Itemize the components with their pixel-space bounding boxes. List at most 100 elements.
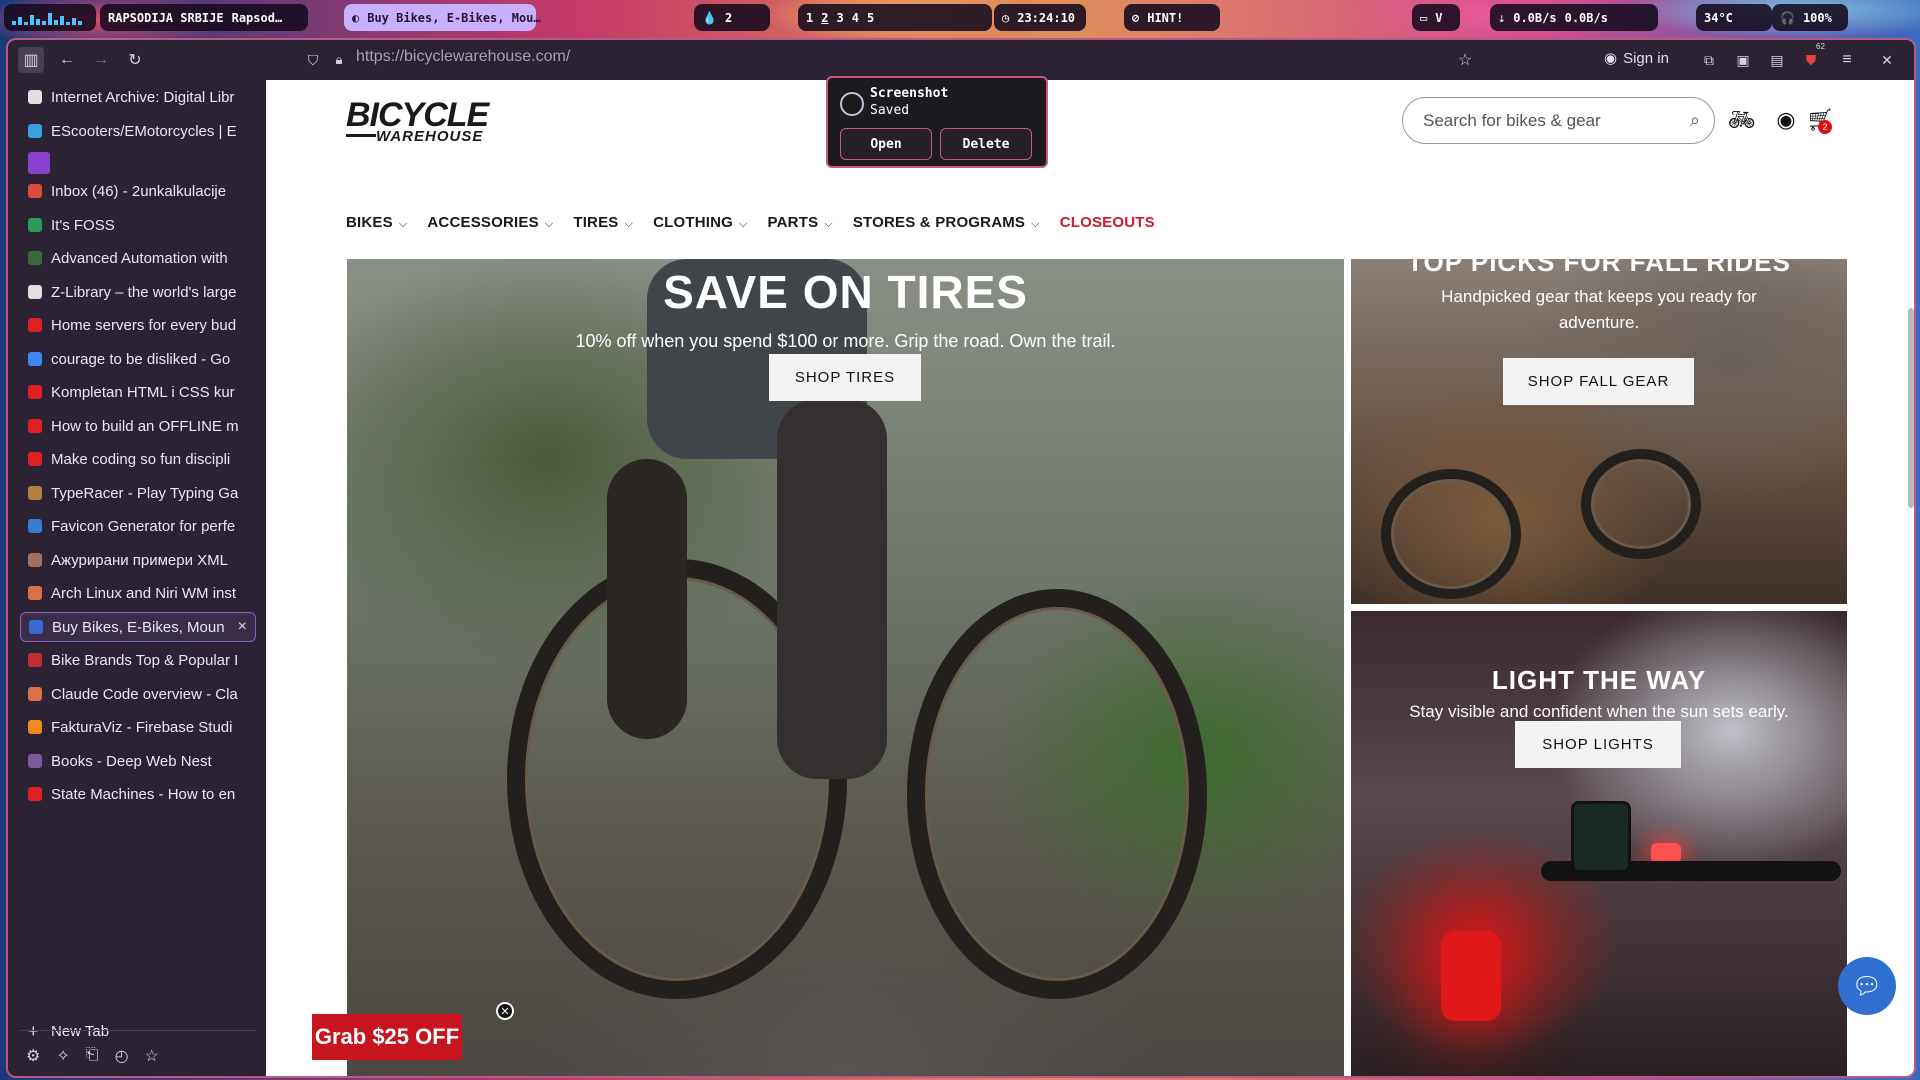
site-search-input[interactable]: Search for bikes & gear ⌕ <box>1402 97 1715 144</box>
sign-in-label: Sign in <box>1623 49 1669 67</box>
sidebar-tab[interactable]: How to build an OFFLINE m <box>20 411 256 441</box>
sidebar-tab[interactable]: Inbox (46) - 2unkalkulacije <box>20 176 256 206</box>
workspace-2[interactable]: 2 <box>821 11 828 25</box>
back-icon[interactable]: ← <box>54 47 80 73</box>
sidebar-tab[interactable]: EScooters/EMotorcycles | E <box>20 116 256 146</box>
clock[interactable]: ◷ 23:24:10 <box>994 4 1086 31</box>
lights-card[interactable]: LIGHT THE WAY Stay visible and confident… <box>1351 611 1847 1076</box>
sidebar-tab[interactable]: Books - Deep Web Nest <box>20 746 256 776</box>
sidebar-tab-label: State Machines - How to en <box>51 785 236 803</box>
search-icon[interactable]: ⌕ <box>1690 110 1700 131</box>
drop-counter[interactable]: 💧 2 <box>694 4 770 31</box>
youtube-icon <box>28 452 42 466</box>
sidebar-tab[interactable]: Advanced Automation with <box>20 243 256 273</box>
shop-lights-button[interactable]: SHOP LIGHTS <box>1515 721 1681 768</box>
sidebar-tab[interactable]: It's FOSS <box>20 210 256 240</box>
close-promo-icon[interactable]: ✕ <box>496 1002 514 1020</box>
sign-in-button[interactable]: ◉ Sign in <box>1604 49 1669 68</box>
shop-fall-gear-button[interactable]: SHOP FALL GEAR <box>1503 358 1694 405</box>
network-speed[interactable]: ⇣ 0.0B/s 0.0B/s <box>1490 4 1658 31</box>
hero-banner[interactable]: SAVE ON TIRES 10% off when you spend $10… <box>347 259 1344 1076</box>
nav-tires[interactable]: TIRES ⌵ <box>573 214 633 231</box>
logo-bottom-text: WAREHOUSE <box>376 128 484 145</box>
reader-view-icon[interactable]: ▤ <box>1764 47 1790 73</box>
tray-icons[interactable]: ▭ V <box>1412 4 1460 31</box>
nav-bikes[interactable]: BIKES ⌵ <box>346 214 407 231</box>
nav-clothing[interactable]: CLOTHING ⌵ <box>653 214 747 231</box>
active-window-title[interactable]: ◐ Buy Bikes, E-Bikes, Mou… <box>344 4 541 31</box>
workspace-3[interactable]: 3 <box>836 11 843 25</box>
sidebar-tab[interactable]: Z-Library – the world's large <box>20 277 256 307</box>
bookmarks-star-icon[interactable]: ☆ <box>145 1046 159 1066</box>
menu-icon[interactable]: ≡ <box>1834 47 1860 73</box>
bookmark-star-icon[interactable]: ☆ <box>1452 47 1478 73</box>
hint-module[interactable]: ⊘ HINT! <box>1124 4 1220 31</box>
youtube-icon <box>28 385 42 399</box>
chevron-down-icon: ⌵ <box>624 218 634 230</box>
media-player[interactable]: RAPSODIJA SRBIJE Rapsod… <box>100 4 308 31</box>
address-bar[interactable]: https://bicyclewarehouse.com/ <box>356 48 570 66</box>
sidebar-tab[interactable]: Home servers for every bud <box>20 310 256 340</box>
main-nav: BIKES ⌵ ACCESSORIES ⌵ TIRES ⌵ CLOTHING ⌵ PAR… <box>346 214 1155 231</box>
chevron-down-icon: ⌵ <box>398 218 408 230</box>
sidebar-toggle-icon[interactable]: ▥ <box>18 47 44 73</box>
close-window-icon[interactable]: ✕ <box>1874 47 1900 73</box>
shop-tires-button[interactable]: SHOP TIRES <box>769 354 921 401</box>
bike-finder-icon[interactable]: 🚲︎ <box>1728 106 1756 134</box>
youtube-icon <box>28 787 42 801</box>
nav-parts[interactable]: PARTS ⌵ <box>768 214 833 231</box>
active-window-label: Buy Bikes, E-Bikes, Mou… <box>367 10 541 25</box>
bicycle-warehouse-logo[interactable]: BICYCLE WAREHOUSE <box>346 98 506 145</box>
sidebar-tab[interactable]: Favicon Generator for perfe <box>20 511 256 541</box>
itsfoss-icon <box>28 218 42 232</box>
sidebar-tab[interactable] <box>20 148 256 178</box>
nav-stores-programs[interactable]: STORES & PROGRAMS ⌵ <box>853 214 1040 231</box>
sidebar-tab[interactable]: Buy Bikes, E-Bikes, Moun × <box>20 612 256 642</box>
sidebar-tab[interactable]: Claude Code overview - Cla <box>20 679 256 709</box>
chevron-down-icon: ⌵ <box>544 218 554 230</box>
history-icon[interactable]: ⎗ <box>86 1046 99 1066</box>
sidebar-tab[interactable]: TypeRacer - Play Typing Ga <box>20 478 256 508</box>
sidebar-tab[interactable]: Bike Brands Top & Popular I <box>20 645 256 675</box>
sidebar-tab[interactable]: Arch Linux and Niri WM inst <box>20 578 256 608</box>
sidebar-tab[interactable]: FakturaViz - Firebase Studi <box>20 712 256 742</box>
account-icon[interactable]: ◉ <box>1772 106 1800 134</box>
sidebar-tab-label: Z-Library – the world's large <box>51 283 237 301</box>
shield-icon[interactable]: ⛉ <box>300 47 326 73</box>
sidebar-tab[interactable]: Kompletan HTML i CSS kur <box>20 377 256 407</box>
ai-sparkle-icon[interactable]: ✧ <box>56 1046 69 1066</box>
temperature[interactable]: 34°C <box>1696 4 1772 31</box>
sidebar-tab[interactable]: State Machines - How to en <box>20 779 256 809</box>
hint-label: HINT! <box>1147 10 1184 25</box>
reload-icon[interactable]: ↻ <box>122 47 148 73</box>
extensions-icon[interactable]: ⧉ <box>1696 47 1722 73</box>
youtube-icon <box>28 318 42 332</box>
sidebar-tab[interactable]: Ажурирани примери XML <box>20 545 256 575</box>
new-tab-button[interactable]: + New Tab <box>20 1016 256 1046</box>
workspace-4[interactable]: 4 <box>852 11 859 25</box>
sidebar-tab[interactable]: courage to be disliked - Go <box>20 344 256 374</box>
close-tab-icon[interactable]: × <box>238 618 247 636</box>
sidebar-tab[interactable]: Make coding so fun discipli <box>20 444 256 474</box>
clock-history-icon[interactable]: ◴ <box>115 1046 129 1066</box>
workspace-switcher[interactable]: 1 2 3 4 5 <box>798 4 992 31</box>
nav-closeouts[interactable]: CLOSEOUTS <box>1060 214 1155 231</box>
sidebar-tab-label: It's FOSS <box>51 216 115 234</box>
delete-button[interactable]: Delete <box>940 128 1032 160</box>
promo-button[interactable]: Grab $25 OFF <box>312 1014 462 1060</box>
container-icon[interactable]: ▣ <box>1730 47 1756 73</box>
mtb-wheel <box>1581 449 1701 559</box>
fall-rides-card[interactable]: TOP PICKS FOR FALL RIDES Handpicked gear… <box>1351 259 1847 604</box>
workspace-1[interactable]: 1 <box>806 11 813 25</box>
forward-icon[interactable]: → <box>88 47 114 73</box>
open-button[interactable]: Open <box>840 128 932 160</box>
sidebar-tab[interactable]: Internet Archive: Digital Libr <box>20 82 256 112</box>
chat-bubble-icon[interactable]: 💬︎ <box>1838 957 1896 1015</box>
page-scrollbar[interactable] <box>1908 308 1914 508</box>
settings-gear-icon[interactable]: ⚙ <box>26 1046 40 1066</box>
nav-accessories[interactable]: ACCESSORIES ⌵ <box>427 214 553 231</box>
card2-title: LIGHT THE WAY <box>1491 665 1707 695</box>
lock-icon[interactable]: 🔒︎ <box>326 47 352 73</box>
workspace-5[interactable]: 5 <box>867 11 874 25</box>
headset-battery[interactable]: 🎧 100% <box>1772 4 1848 31</box>
